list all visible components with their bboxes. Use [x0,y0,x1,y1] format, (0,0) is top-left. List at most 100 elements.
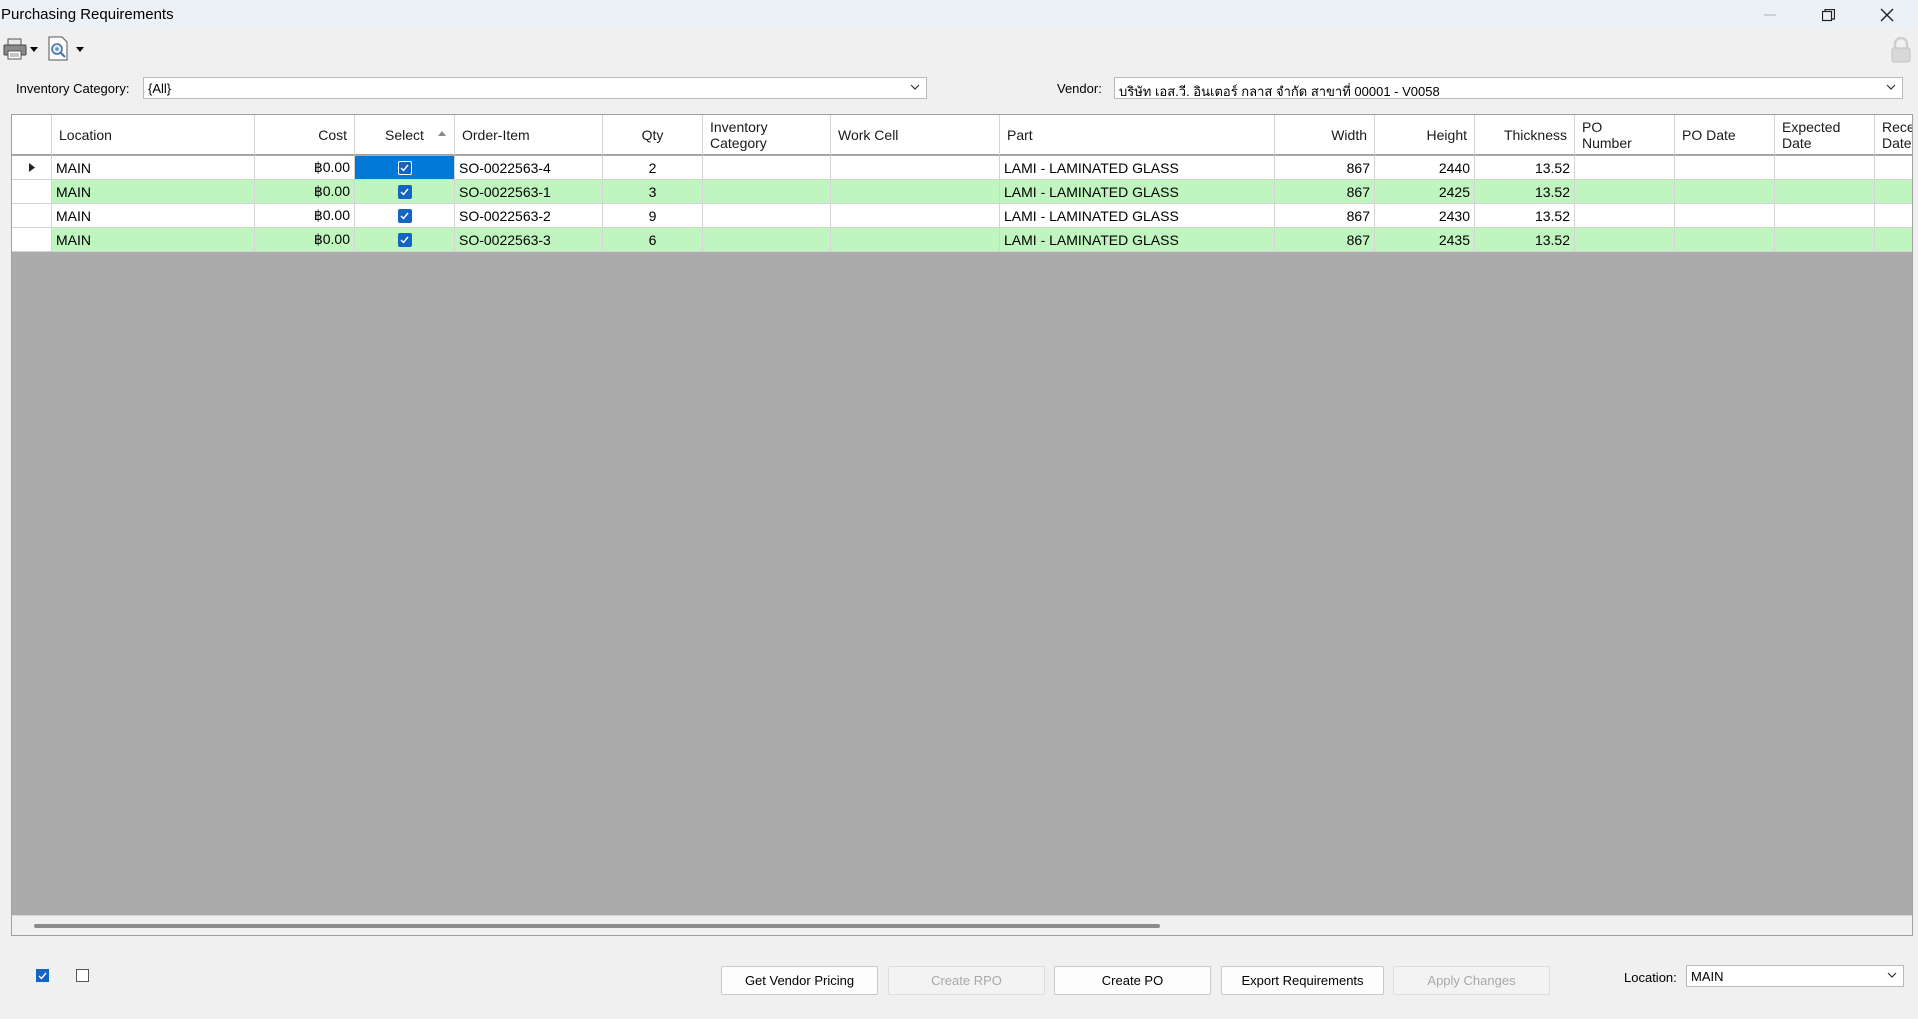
deselect-all-checkbox[interactable] [76,969,89,982]
cell-selected[interactable] [355,228,455,252]
cell-height[interactable]: 2425 [1375,180,1475,204]
select-checkbox[interactable] [397,184,412,199]
cell-inventory-category[interactable] [703,156,831,180]
cell-thickness[interactable]: 13.52 [1475,156,1575,180]
cell-thickness[interactable]: 13.52 [1475,228,1575,252]
column-header-cost[interactable]: Cost [255,115,355,155]
column-header-location[interactable]: Location [52,115,255,155]
cell-expected-date[interactable] [1775,156,1875,180]
cell-selected[interactable] [355,180,455,204]
cell-width[interactable]: 867 [1275,180,1375,204]
table-row[interactable]: MAIN ฿0.00 SO-0022563-4 2 LAMI - LAMINATED G… [12,156,1912,180]
cell-part[interactable]: LAMI - LAMINATED GLASS [1000,204,1275,228]
cell-expected-date[interactable] [1775,180,1875,204]
cell-width[interactable]: 867 [1275,228,1375,252]
get-vendor-pricing-button[interactable]: Get Vendor Pricing [721,966,878,995]
cell-received-date[interactable] [1875,204,1912,228]
select-checkbox[interactable] [397,160,412,175]
column-header-work-cell[interactable]: Work Cell [831,115,1000,155]
cell-height[interactable]: 2430 [1375,204,1475,228]
cell-selected[interactable] [355,156,455,180]
close-button[interactable] [1864,0,1910,30]
cell-location[interactable]: MAIN [52,156,255,180]
cell-expected-date[interactable] [1775,204,1875,228]
cell-qty[interactable]: 9 [603,204,703,228]
cell-part[interactable]: LAMI - LAMINATED GLASS [1000,228,1275,252]
row-header[interactable] [12,228,52,252]
cell-po-number[interactable] [1575,156,1675,180]
cell-expected-date[interactable] [1775,228,1875,252]
cell-work-cell[interactable] [831,156,1000,180]
cell-received-date[interactable] [1875,156,1912,180]
minimize-button[interactable] [1747,0,1793,30]
cell-order-item[interactable]: SO-0022563-3 [455,228,603,252]
horizontal-scrollbar[interactable] [12,915,1912,935]
row-header[interactable] [12,180,52,204]
grid-corner[interactable] [12,115,52,155]
select-all-checkbox[interactable] [36,969,49,982]
cell-inventory-category[interactable] [703,180,831,204]
column-header-thickness[interactable]: Thickness [1475,115,1575,155]
cell-work-cell[interactable] [831,180,1000,204]
select-checkbox[interactable] [397,208,412,223]
vendor-dropdown[interactable]: บริษัท เอส.วี. อินเตอร์ กลาส จำกัด สาขาท… [1114,77,1903,99]
requirements-grid[interactable]: Location Cost Select Order-Item Qty Inventory… [11,114,1913,936]
cell-inventory-category[interactable] [703,204,831,228]
create-po-button[interactable]: Create PO [1054,966,1211,995]
column-header-part[interactable]: Part [1000,115,1275,155]
cell-selected[interactable] [355,204,455,228]
cell-cost[interactable]: ฿0.00 [255,204,355,228]
column-header-order-item[interactable]: Order-Item [455,115,603,155]
cell-inventory-category[interactable] [703,228,831,252]
cell-work-cell[interactable] [831,204,1000,228]
select-checkbox[interactable] [397,232,412,247]
cell-po-number[interactable] [1575,228,1675,252]
cell-qty[interactable]: 2 [603,156,703,180]
cell-part[interactable]: LAMI - LAMINATED GLASS [1000,156,1275,180]
column-header-po-number[interactable]: PO Number [1575,115,1675,155]
restore-button[interactable] [1805,0,1851,30]
cell-location[interactable]: MAIN [52,204,255,228]
column-header-qty[interactable]: Qty [603,115,703,155]
cell-po-number[interactable] [1575,204,1675,228]
cell-received-date[interactable] [1875,180,1912,204]
cell-order-item[interactable]: SO-0022563-2 [455,204,603,228]
inventory-category-dropdown[interactable]: {All} [143,77,927,99]
cell-cost[interactable]: ฿0.00 [255,228,355,252]
cell-work-cell[interactable] [831,228,1000,252]
column-header-width[interactable]: Width [1275,115,1375,155]
row-header[interactable] [12,204,52,228]
column-header-expected-date[interactable]: Expected Date [1775,115,1875,155]
cell-height[interactable]: 2435 [1375,228,1475,252]
create-rpo-button[interactable]: Create RPO [888,966,1045,995]
location-dropdown[interactable]: MAIN [1686,965,1904,987]
cell-width[interactable]: 867 [1275,204,1375,228]
scrollbar-thumb[interactable] [34,924,1160,928]
print-preview-button[interactable] [47,34,84,64]
column-header-select[interactable]: Select [355,115,455,155]
cell-part[interactable]: LAMI - LAMINATED GLASS [1000,180,1275,204]
column-header-rece-date[interactable]: Rece Date [1875,115,1912,155]
cell-thickness[interactable]: 13.52 [1475,180,1575,204]
cell-po-date[interactable] [1675,180,1775,204]
table-row[interactable]: MAIN ฿0.00 SO-0022563-1 3 LAMI - LAMINATED G… [12,180,1912,204]
cell-order-item[interactable]: SO-0022563-1 [455,180,603,204]
export-requirements-button[interactable]: Export Requirements [1221,966,1384,995]
cell-order-item[interactable]: SO-0022563-4 [455,156,603,180]
cell-qty[interactable]: 6 [603,228,703,252]
cell-thickness[interactable]: 13.52 [1475,204,1575,228]
apply-changes-button[interactable]: Apply Changes [1393,966,1550,995]
cell-qty[interactable]: 3 [603,180,703,204]
cell-cost[interactable]: ฿0.00 [255,180,355,204]
cell-cost[interactable]: ฿0.00 [255,156,355,180]
cell-po-date[interactable] [1675,204,1775,228]
cell-po-number[interactable] [1575,180,1675,204]
print-button[interactable] [3,34,38,64]
column-header-po-date[interactable]: PO Date [1675,115,1775,155]
cell-location[interactable]: MAIN [52,228,255,252]
cell-po-date[interactable] [1675,156,1775,180]
cell-width[interactable]: 867 [1275,156,1375,180]
cell-received-date[interactable] [1875,228,1912,252]
cell-height[interactable]: 2440 [1375,156,1475,180]
lock-button[interactable] [1890,35,1912,65]
